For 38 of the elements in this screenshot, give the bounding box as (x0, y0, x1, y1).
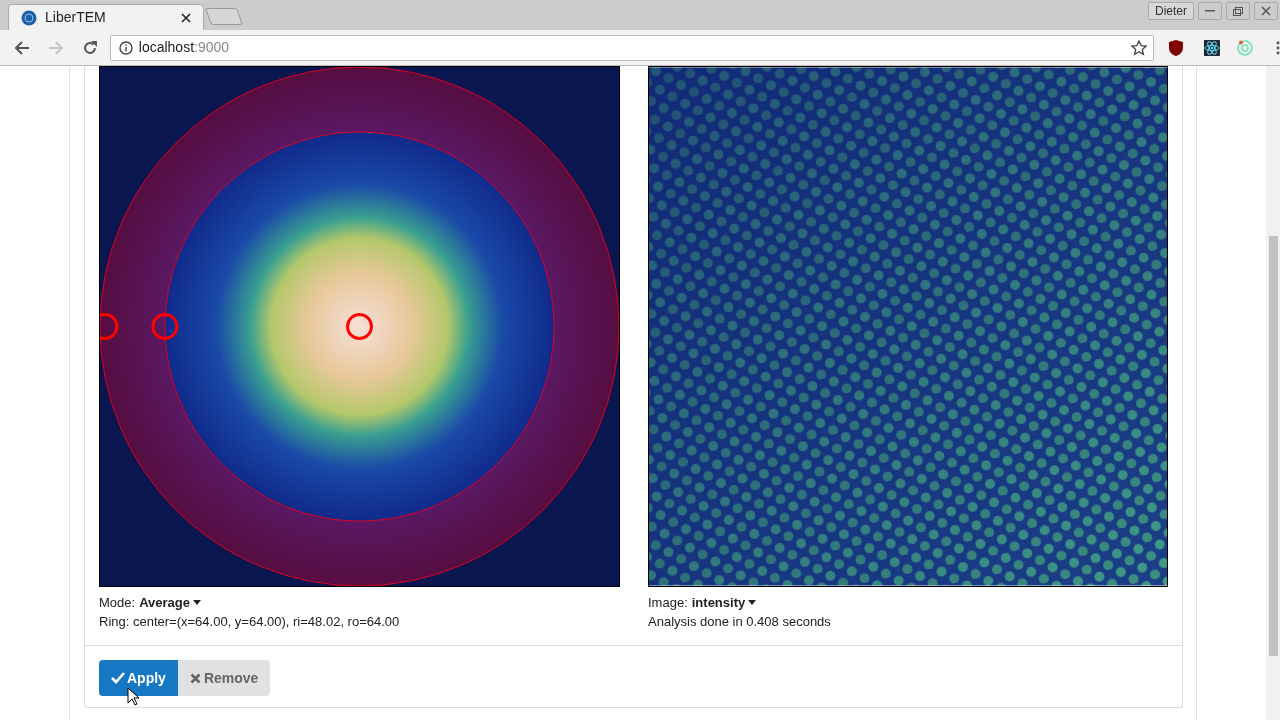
x-icon (189, 672, 201, 684)
restore-button[interactable] (1226, 2, 1250, 20)
scrollbar-thumb[interactable] (1268, 236, 1278, 656)
check-icon (111, 672, 125, 684)
outer-radius-handle[interactable] (99, 313, 119, 340)
minimize-icon (1205, 10, 1215, 12)
remove-button[interactable]: Remove (177, 660, 271, 696)
profile-button[interactable]: Dieter (1148, 2, 1194, 20)
image-dropdown[interactable]: intensity (691, 593, 757, 612)
analysis-status-text: Analysis done in 0.408 seconds (648, 613, 831, 631)
atom-icon[interactable] (1204, 39, 1221, 56)
mouse-cursor-icon (127, 687, 140, 706)
caret-icon (192, 600, 201, 605)
tab-title: LiberTEM (45, 8, 107, 27)
inner-radius-handle[interactable] (151, 313, 179, 340)
target-icon[interactable] (1236, 38, 1255, 57)
info-icon (118, 40, 133, 55)
ring-parameters-text: Ring: center=(x=64.00, y=64.00), ri=48.02, ro=64.00 (99, 613, 400, 631)
mode-label: Mode: (99, 594, 136, 612)
reload-icon[interactable] (81, 39, 98, 56)
close-icon (1261, 6, 1271, 16)
caret-icon (748, 600, 757, 605)
apply-button[interactable]: Apply (99, 660, 178, 696)
atom-logo-icon (21, 9, 37, 26)
mode-dropdown[interactable]: Average (139, 593, 201, 612)
image-label: Image: (648, 594, 688, 612)
address-bar[interactable]: localhost:9000 (109, 34, 1155, 61)
menu-icon[interactable] (1276, 40, 1280, 55)
url-text: localhost:9000 (138, 38, 230, 57)
center-handle[interactable] (346, 313, 373, 340)
back-icon[interactable] (14, 39, 30, 56)
browser-tab[interactable]: LiberTEM (8, 4, 204, 30)
close-button[interactable] (1254, 2, 1278, 20)
restore-icon (1233, 6, 1243, 16)
star-icon[interactable] (1131, 39, 1148, 56)
minimize-button[interactable] (1198, 2, 1222, 20)
close-icon[interactable] (181, 12, 191, 23)
shield-icon[interactable] (1168, 38, 1185, 57)
